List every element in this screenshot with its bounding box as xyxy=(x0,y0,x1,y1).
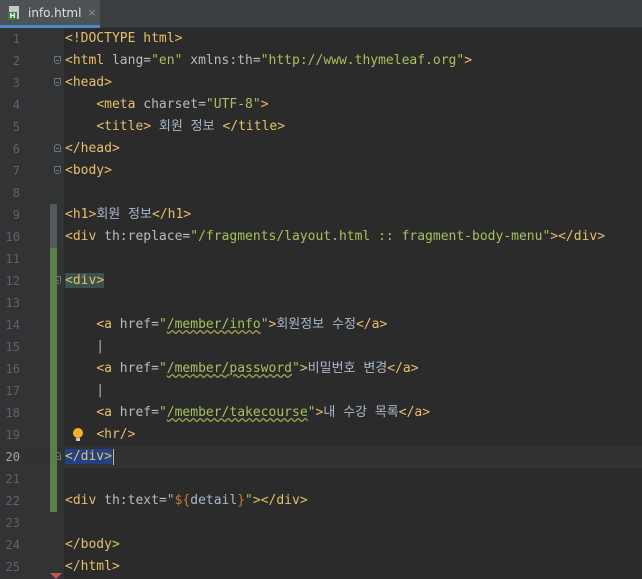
code-text: <div th:text="${detail}"></div> xyxy=(65,493,308,508)
line-number: 8 xyxy=(12,186,20,200)
tab-info-html[interactable]: H info.html × xyxy=(0,0,100,28)
vcs-modified-marker[interactable] xyxy=(50,204,57,248)
line-number: 11 xyxy=(5,252,20,266)
line-number: 20 xyxy=(5,450,20,464)
editor-tab-bar: H info.html × xyxy=(0,0,642,28)
line-number: 1 xyxy=(12,32,20,46)
line-number: 2 xyxy=(12,54,20,68)
code-line[interactable]: 6 </head> xyxy=(0,138,642,160)
fold-end-icon[interactable] xyxy=(54,144,61,152)
code-line[interactable]: 18 <a href="/member/takecourse">내 수강 목록<… xyxy=(0,402,642,424)
code-line[interactable]: 2 <html lang="en" xmlns:th="http://www.th… xyxy=(0,50,642,72)
code-line[interactable]: 11 xyxy=(0,248,642,270)
code-line[interactable]: 9 <h1>회원 정보</h1> xyxy=(0,204,642,226)
line-number: 10 xyxy=(5,230,20,244)
code-line[interactable]: 12 <div> xyxy=(0,270,642,292)
code-text: </html> xyxy=(65,559,120,574)
code-text: <a href="/member/info">회원정보 수정</a> xyxy=(96,317,388,332)
code-line[interactable]: 1 <!DOCTYPE html> xyxy=(0,28,642,50)
line-number: 4 xyxy=(12,98,20,112)
code-text: </head> xyxy=(65,141,120,156)
line-number: 21 xyxy=(5,472,20,486)
code-line[interactable]: 24 </body> xyxy=(0,534,642,556)
code-text: <hr/> xyxy=(96,427,136,442)
code-text: <body> xyxy=(65,163,112,178)
line-number: 23 xyxy=(5,516,20,530)
code-line[interactable]: 5 <title> 회원 정보 </title> xyxy=(0,116,642,138)
line-number: 3 xyxy=(12,76,20,90)
code-line[interactable]: 22 <div th:text="${detail}"></div> xyxy=(0,490,642,512)
code-text: <title> 회원 정보 </title> xyxy=(96,119,286,134)
line-number: 6 xyxy=(12,142,20,156)
code-text: <div> xyxy=(65,273,105,288)
code-text: <html lang="en" xmlns:th="http://www.thy… xyxy=(65,53,473,68)
code-line[interactable]: 16 <a href="/member/password">비밀번호 변경</a… xyxy=(0,358,642,380)
fold-start-icon[interactable] xyxy=(54,56,61,64)
code-line[interactable]: 15 | xyxy=(0,336,642,358)
code-text: </div> xyxy=(65,448,114,465)
close-icon[interactable]: × xyxy=(87,6,96,19)
code-editor[interactable]: 1 <!DOCTYPE html> 2 <html lang="en" xmlns:t… xyxy=(0,28,642,579)
code-line[interactable]: 13 xyxy=(0,292,642,314)
code-line[interactable]: 17 | xyxy=(0,380,642,402)
code-text: <head> xyxy=(65,75,112,90)
code-line[interactable]: 4 <meta charset="UTF-8"> xyxy=(0,94,642,116)
tab-label: info.html xyxy=(28,5,82,20)
line-number: 13 xyxy=(5,296,20,310)
code-line[interactable]: 20 </div> xyxy=(0,446,642,468)
line-number: 19 xyxy=(5,428,20,442)
code-text: <!DOCTYPE html> xyxy=(65,31,183,46)
line-number: 16 xyxy=(5,362,20,376)
code-line[interactable]: 8 xyxy=(0,182,642,204)
line-number: 9 xyxy=(12,208,20,222)
code-text: <a href="/member/takecourse">내 수강 목록</a> xyxy=(96,405,431,420)
line-number: 15 xyxy=(5,340,20,354)
code-text: | xyxy=(65,383,105,398)
line-number: 18 xyxy=(5,406,20,420)
line-number: 17 xyxy=(5,384,20,398)
line-number: 14 xyxy=(5,318,20,332)
html-file-icon: H xyxy=(8,5,22,20)
line-number: 5 xyxy=(12,120,20,134)
code-line[interactable]: 21 xyxy=(0,468,642,490)
code-text: <h1>회원 정보</h1> xyxy=(65,207,192,222)
code-text: <meta charset="UTF-8"> xyxy=(96,97,269,112)
vcs-deleted-marker[interactable] xyxy=(50,573,62,579)
code-line[interactable]: 19 <hr/> xyxy=(0,424,642,446)
code-text: <a href="/member/password">비밀번호 변경</a> xyxy=(96,361,419,376)
code-line[interactable]: 25 </html> xyxy=(0,556,642,578)
code-line[interactable]: 3 <head> xyxy=(0,72,642,94)
code-text: </body> xyxy=(65,537,120,552)
code-line[interactable]: 23 xyxy=(0,512,642,534)
code-text: <div th:replace="/fragments/layout.html … xyxy=(65,229,606,244)
line-number: 25 xyxy=(5,560,20,574)
code-line[interactable]: 14 <a href="/member/info">회원정보 수정</a> xyxy=(0,314,642,336)
line-number: 12 xyxy=(5,274,20,288)
line-number: 24 xyxy=(5,538,20,552)
fold-start-icon[interactable] xyxy=(54,166,61,174)
code-line[interactable]: 7 <body> xyxy=(0,160,642,182)
line-number: 7 xyxy=(12,164,20,178)
code-text: | xyxy=(65,339,105,354)
code-line[interactable]: 10 <div th:replace="/fragments/layout.htm… xyxy=(0,226,642,248)
vcs-added-marker[interactable] xyxy=(50,248,57,512)
line-number: 22 xyxy=(5,494,20,508)
fold-start-icon[interactable] xyxy=(54,78,61,86)
